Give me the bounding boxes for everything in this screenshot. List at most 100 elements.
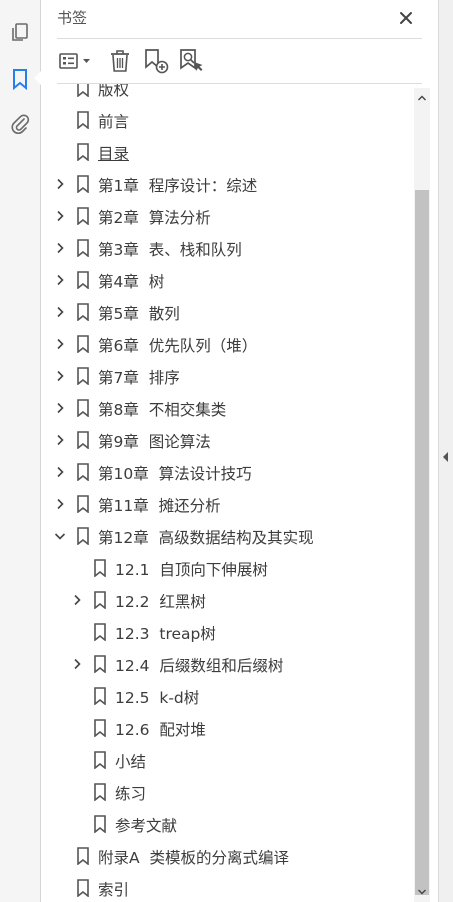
chevron-right-icon[interactable] [53,305,67,319]
chevron-right-icon[interactable] [70,593,84,607]
new-bookmark-icon[interactable] [142,46,170,76]
bookmark-label: 12.6 配对堆 [115,721,206,739]
bookmark-icon [76,303,90,322]
bookmark-item[interactable]: 第6章 优先队列（堆） [41,328,413,360]
bookmark-icon [76,111,90,130]
bookmark-label: 12.4 后缀数组和后缀树 [115,657,284,675]
bookmark-label: 参考文献 [115,817,178,835]
pages-icon[interactable] [8,20,32,44]
bookmark-item[interactable]: 索引 [41,872,413,902]
bookmark-label: 第5章 散列 [98,305,180,323]
bookmark-item[interactable]: 附录A 类模板的分离式编译 [41,840,413,872]
bookmark-item[interactable]: 12.5 k-d树 [41,680,413,712]
delete-icon[interactable] [107,46,133,76]
bookmark-icon [76,271,90,290]
bookmark-icon [93,783,107,802]
bookmark-icon [76,207,90,226]
bookmark-icon [76,335,90,354]
bookmark-icon [93,719,107,738]
bookmark-item[interactable]: 12.6 配对堆 [41,712,413,744]
options-menu-icon[interactable] [57,46,95,76]
find-bookmark-icon[interactable] [177,46,205,76]
bookmark-icon [76,527,90,546]
chevron-right-icon[interactable] [53,433,67,447]
bookmark-item[interactable]: 第3章 表、栈和队列 [41,232,413,264]
bookmark-item[interactable]: 第4章 树 [41,264,413,296]
chevron-right-icon[interactable] [70,657,84,671]
bookmark-icon [93,655,107,674]
bookmark-label: 目录 [98,145,130,163]
chevron-right-icon[interactable] [53,241,67,255]
bookmark-label: 第6章 优先队列（堆） [98,337,258,355]
bookmark-label: 小结 [115,753,147,771]
chevron-right-icon[interactable] [53,209,67,223]
chevron-right-icon[interactable] [53,497,67,511]
bookmark-item[interactable]: 第1章 程序设计：综述 [41,168,413,200]
bookmark-icon [76,239,90,258]
close-icon[interactable] [396,8,416,28]
panel-title: 书签 [57,9,88,27]
bookmark-item[interactable]: 第9章 图论算法 [41,424,413,456]
bookmark-label: 第1章 程序设计：综述 [98,177,258,195]
bookmark-item[interactable]: 目录 [41,136,413,168]
scroll-up-button[interactable] [414,88,430,108]
scroll-down-button[interactable] [414,882,430,902]
bookmark-label: 第8章 不相交集类 [98,401,227,419]
bookmark-item[interactable]: 第7章 排序 [41,360,413,392]
bookmark-item[interactable]: 练习 [41,776,413,808]
bookmark-tree: 版权前言目录第1章 程序设计：综述 第2章 算法分析第3章 表、栈和队列 第4章 树… [41,84,413,902]
bookmark-label: 版权 [98,84,130,99]
bookmark-icon [76,175,90,194]
chevron-right-icon[interactable] [53,337,67,351]
chevron-down-icon[interactable] [53,529,67,543]
bookmark-item[interactable]: 小结 [41,744,413,776]
bookmark-icon [76,431,90,450]
chevron-right-icon[interactable] [53,465,67,479]
bookmark-icon [93,623,107,642]
bookmark-icon [76,399,90,418]
bookmark-label: 第2章 算法分析 [98,209,211,227]
bookmark-label: 第11章 摊还分析 [98,497,221,515]
bookmark-item[interactable]: 12.3 treap树 [41,616,413,648]
navigation-rail [0,0,42,902]
bookmark-label: 前言 [98,113,130,131]
bookmark-label: 12.3 treap树 [115,625,216,643]
attachment-icon[interactable] [8,112,32,136]
bookmark-label: 12.5 k-d树 [115,689,200,707]
bookmark-label: 12.1 自顶向下伸展树 [115,561,268,579]
bookmark-item[interactable]: 第2章 算法分析 [41,200,413,232]
bookmark-item[interactable]: 第11章 摊还分析 [41,488,413,520]
bookmark-icon [93,751,107,770]
bookmark-item[interactable]: 第12章 高级数据结构及其实现 [41,520,413,552]
bookmark-item[interactable]: 12.2 红黑树 [41,584,413,616]
bookmark-item[interactable]: 12.1 自顶向下伸展树 [41,552,413,584]
bookmark-label: 附录A 类模板的分离式编译 [98,849,289,867]
bookmark-item[interactable]: 12.4 后缀数组和后缀树 [41,648,413,680]
bookmark-item[interactable]: 版权 [41,84,413,104]
chevron-right-icon[interactable] [53,369,67,383]
bookmark-item[interactable]: 第5章 散列 [41,296,413,328]
bookmark-icon [93,687,107,706]
chevron-right-icon[interactable] [53,273,67,287]
bookmark-icon [93,591,107,610]
divider [57,38,422,39]
bookmark-icon [76,463,90,482]
bookmark-icon [76,879,90,898]
bookmark-item[interactable]: 前言 [41,104,413,136]
bookmark-label: 第4章 树 [98,273,165,291]
bookmark-label: 12.2 红黑树 [115,593,206,611]
scrollbar-thumb[interactable] [415,190,429,895]
collapse-arrow-icon [443,452,448,462]
chevron-right-icon[interactable] [53,177,67,191]
bookmark-icon [76,84,90,98]
bookmark-icon [93,815,107,834]
chevron-right-icon[interactable] [53,401,67,415]
bookmark-label: 第3章 表、栈和队列 [98,241,242,259]
panel-collapse-handle[interactable] [438,0,453,902]
bookmark-item[interactable]: 第10章 算法设计技巧 [41,456,413,488]
bookmark-icon[interactable] [8,67,32,91]
bookmark-label: 第9章 图论算法 [98,433,211,451]
bookmark-label: 第10章 算法设计技巧 [98,465,252,483]
bookmark-item[interactable]: 参考文献 [41,808,413,840]
bookmark-item[interactable]: 第8章 不相交集类 [41,392,413,424]
